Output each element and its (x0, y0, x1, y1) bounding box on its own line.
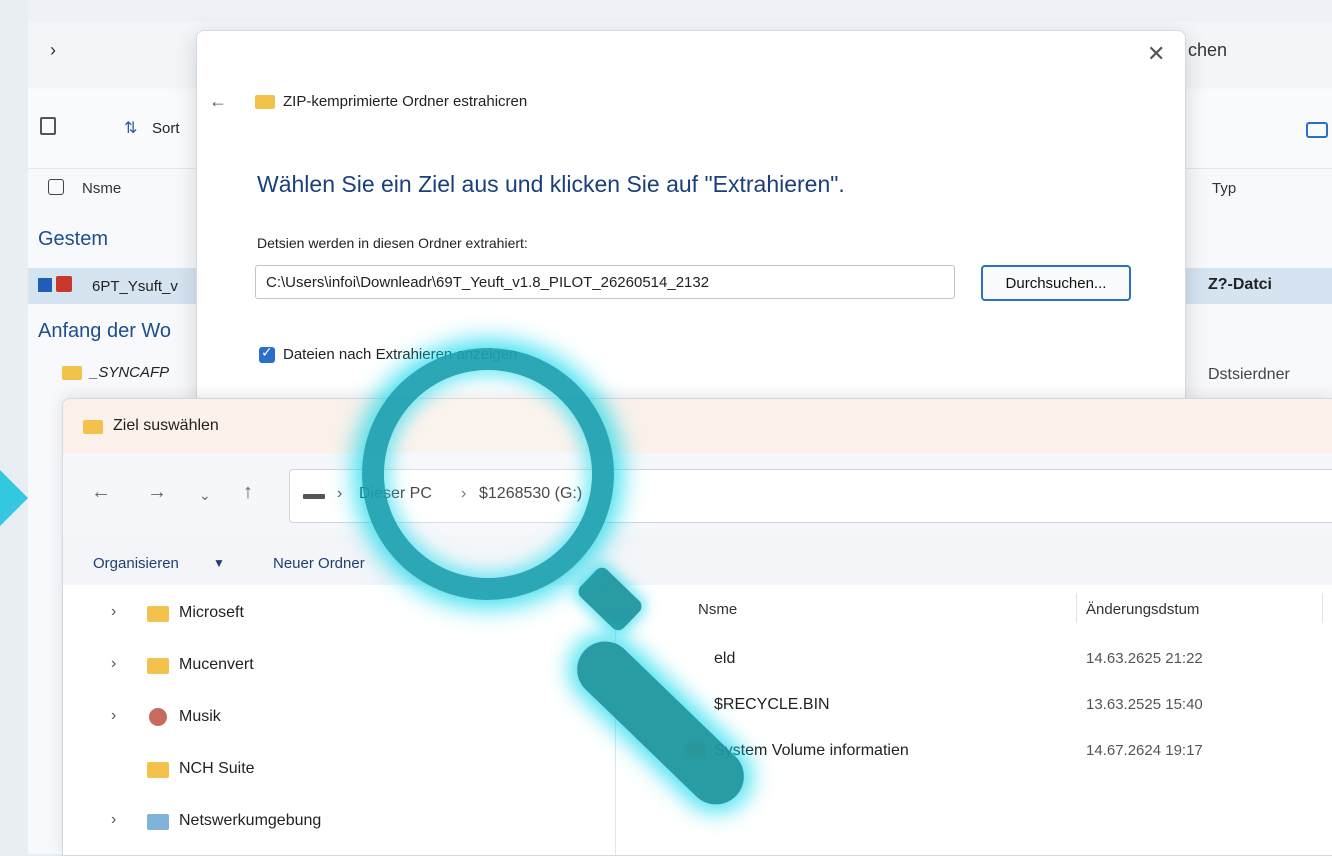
navigation-tree: › Microseft › Mucenvert › Musik NCH Suit… (63, 585, 616, 855)
folder-icon (62, 366, 82, 380)
chevron-right-icon[interactable]: › (50, 40, 56, 61)
chevron-right-icon[interactable]: › (111, 603, 116, 621)
column-header-name[interactable]: Nsme (82, 180, 121, 197)
zip-file-icon (38, 278, 52, 292)
sort-button[interactable]: Sort (152, 120, 180, 137)
tree-item-network[interactable]: › Netswerkumgebung (63, 799, 615, 843)
background-title-bar (28, 0, 1332, 23)
tree-item-label: Netswerkumgebung (179, 812, 322, 829)
zip-folder-icon (255, 95, 275, 109)
list-item[interactable]: $RECYCLE.BIN 13.63.2525 15:40 (616, 683, 1332, 727)
browse-button[interactable]: Durchsuchen... (981, 265, 1131, 301)
background-search-label[interactable]: chen (1188, 40, 1227, 61)
list-item-date: 14.63.2625 21:22 (1086, 650, 1203, 667)
path-label: Detsien werden in diesen Ordner extrahie… (257, 235, 528, 251)
pointer-arrow-icon (0, 470, 28, 526)
back-arrow-icon[interactable]: ← (91, 481, 111, 504)
tree-item-microsoft[interactable]: › Microseft (63, 591, 615, 635)
column-header-type[interactable]: Typ (1212, 180, 1236, 197)
chevron-right-icon[interactable]: › (111, 655, 116, 673)
sort-icon[interactable]: ⇅ (124, 118, 137, 138)
dialog-heading: Wählen Sie ein Ziel aus und klicken Sie … (257, 171, 845, 197)
layout-icon[interactable] (1306, 122, 1328, 138)
file-type: Dstsierdner (1208, 366, 1290, 383)
file-list: Nsme Änderungsdstum eld 14.63.2625 21:22… (616, 585, 1332, 855)
organize-button[interactable]: Organisieren (93, 555, 179, 572)
tree-item-label: Mucenvert (179, 656, 254, 673)
group-header-week[interactable]: Anfang der Wo (38, 320, 171, 343)
list-item[interactable]: eld 14.63.2625 21:22 (616, 637, 1332, 681)
chevron-down-icon[interactable]: ⌄ (199, 487, 211, 504)
column-divider[interactable] (1322, 593, 1323, 623)
tree-item-label: Musik (179, 708, 221, 725)
folder-icon (83, 420, 103, 434)
column-header-name[interactable]: Nsme (698, 601, 737, 618)
command-bar (63, 535, 1332, 586)
folder-icon (147, 762, 169, 778)
caret-down-icon[interactable]: ▼ (213, 556, 225, 570)
back-arrow-icon[interactable]: ← (209, 91, 227, 112)
tree-item-mucenvert[interactable]: › Mucenvert (63, 643, 615, 687)
file-name[interactable]: _SYNCAFP (90, 364, 169, 381)
up-arrow-icon[interactable]: ↑ (243, 481, 253, 504)
forward-arrow-icon[interactable]: → (147, 481, 167, 504)
trash-icon[interactable] (40, 117, 56, 135)
tree-item-label: Microseft (179, 604, 244, 621)
list-item-date: 13.63.2525 15:40 (1086, 696, 1203, 713)
extract-zip-dialog: ✕ ← ZIP-kemprimierte Ordner estrahicren … (196, 30, 1186, 404)
file-name[interactable]: 6PT_Ysuft_v (92, 278, 178, 295)
network-icon (147, 814, 169, 830)
column-header-date[interactable]: Änderungsdstum (1086, 601, 1199, 618)
drive-icon (303, 494, 325, 499)
close-icon[interactable]: ✕ (1147, 41, 1165, 67)
list-item-name: eld (714, 650, 736, 667)
list-item-name: System Volume informatien (714, 742, 909, 759)
folder-icon (147, 658, 169, 674)
file-type: Z?-Datci (1208, 276, 1272, 293)
dialog-title: Ziel suswählen (113, 417, 219, 434)
list-item-date: 14.67.2624 19:17 (1086, 742, 1203, 759)
extract-path-input[interactable] (255, 265, 955, 299)
tree-item-nch-suite[interactable]: NCH Suite (63, 747, 615, 791)
app-file-icon (56, 276, 72, 292)
tree-item-musik[interactable]: › Musik (63, 695, 615, 739)
list-item-name: $RECYCLE.BIN (714, 696, 830, 713)
checkmark-icon: ✓ (261, 344, 273, 360)
dialog-title: ZIP-kemprimierte Ordner estrahicren (283, 93, 528, 110)
dialog-title-bar (63, 399, 1332, 453)
music-icon (149, 708, 167, 726)
select-all-checkbox[interactable] (48, 179, 64, 195)
new-folder-button[interactable]: Neuer Ordner (273, 555, 365, 572)
tree-item-label: NCH Suite (179, 760, 255, 777)
folder-icon (147, 606, 169, 622)
magnifier-icon (362, 348, 614, 600)
group-header-yesterday[interactable]: Gestem (38, 228, 108, 251)
column-divider[interactable] (1076, 593, 1077, 623)
chevron-right-icon[interactable]: › (337, 485, 342, 503)
chevron-right-icon[interactable]: › (111, 707, 116, 725)
chevron-right-icon[interactable]: › (111, 811, 116, 829)
